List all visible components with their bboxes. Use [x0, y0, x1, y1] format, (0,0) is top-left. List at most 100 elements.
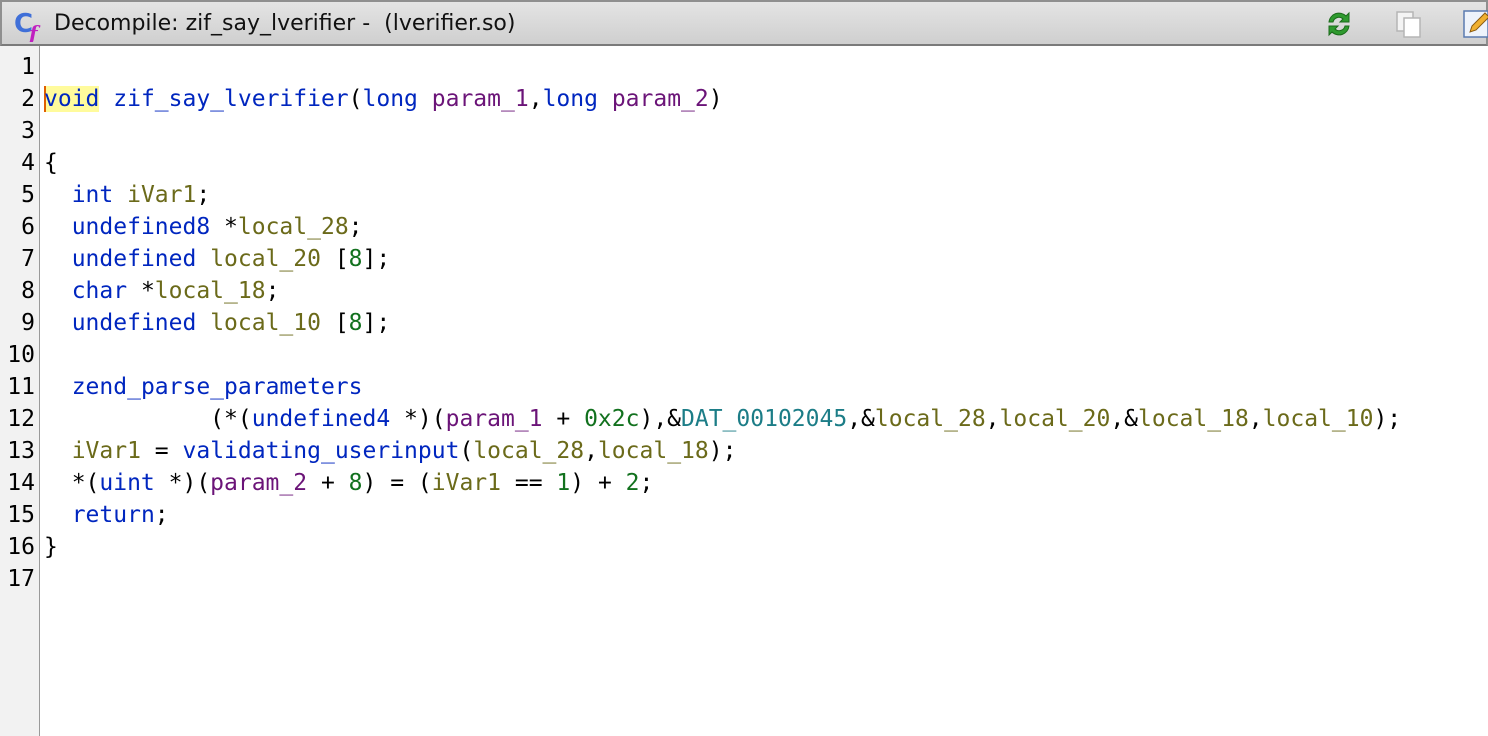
code-token[interactable]: (*(: [44, 406, 252, 432]
code-token[interactable]: );: [1373, 406, 1401, 432]
code-line[interactable]: 9 undefined local_10 [8];: [0, 307, 1488, 339]
code-token[interactable]: +: [307, 470, 349, 496]
code-token[interactable]: zif_say_lverifier: [113, 86, 348, 112]
code-token[interactable]: undefined: [72, 310, 197, 336]
code-line[interactable]: 7 undefined local_20 [8];: [0, 243, 1488, 275]
code-token[interactable]: +: [543, 406, 585, 432]
code-token[interactable]: [44, 310, 72, 336]
code-token[interactable]: local_10: [210, 310, 321, 336]
copy-button[interactable]: [1392, 7, 1426, 41]
code-token[interactable]: undefined: [72, 246, 197, 272]
code-line[interactable]: 13 iVar1 = validating_userinput(local_28…: [0, 435, 1488, 467]
code-line[interactable]: 6 undefined8 *local_28;: [0, 211, 1488, 243]
code-token[interactable]: iVar1: [432, 470, 501, 496]
code-token[interactable]: ];: [363, 246, 391, 272]
code-token[interactable]: iVar1: [127, 182, 196, 208]
code-token[interactable]: *)(: [390, 406, 446, 432]
code-token[interactable]: *(: [44, 470, 100, 496]
code-line[interactable]: 16}: [0, 531, 1488, 563]
code-token[interactable]: ,: [1249, 406, 1263, 432]
code-line[interactable]: 17: [0, 563, 1488, 595]
code-token[interactable]: [99, 86, 113, 112]
code-token[interactable]: 0x2c: [584, 406, 639, 432]
code-token[interactable]: uint: [99, 470, 154, 496]
code-token[interactable]: *)(: [155, 470, 211, 496]
code-token[interactable]: [44, 246, 72, 272]
code-token[interactable]: ) = (: [363, 470, 432, 496]
code-token[interactable]: *: [210, 214, 238, 240]
code-token[interactable]: param_1: [432, 86, 529, 112]
code-token[interactable]: 8: [349, 246, 363, 272]
code-token[interactable]: local_20: [1000, 406, 1111, 432]
code-token[interactable]: [44, 278, 72, 304]
code-token[interactable]: ;: [640, 470, 654, 496]
code-token[interactable]: [44, 502, 72, 528]
code-token[interactable]: DAT_00102045: [681, 406, 847, 432]
code-token[interactable]: ),&: [639, 406, 681, 432]
code-token[interactable]: [44, 214, 72, 240]
code-line[interactable]: 3: [0, 115, 1488, 147]
code-token[interactable]: ) +: [570, 470, 625, 496]
code-token[interactable]: ==: [501, 470, 556, 496]
code-token[interactable]: zend_parse_parameters: [72, 374, 363, 400]
code-token[interactable]: *: [127, 278, 155, 304]
code-token[interactable]: [598, 86, 612, 112]
code-token[interactable]: ,&: [847, 406, 875, 432]
code-token[interactable]: local_20: [210, 246, 321, 272]
code-token[interactable]: local_28: [473, 438, 584, 464]
refresh-button[interactable]: [1322, 7, 1356, 41]
code-token[interactable]: local_18: [155, 278, 266, 304]
code-token[interactable]: validating_userinput: [183, 438, 460, 464]
code-line[interactable]: 5 int iVar1;: [0, 179, 1488, 211]
code-editor[interactable]: 1 2 void zif_say_lverifier(long param_1,lo…: [0, 46, 1488, 736]
code-token[interactable]: iVar1: [72, 438, 141, 464]
code-token[interactable]: 8: [349, 470, 363, 496]
code-token[interactable]: long: [363, 86, 418, 112]
code-token[interactable]: param_2: [612, 86, 709, 112]
code-token[interactable]: void: [44, 86, 100, 112]
code-token[interactable]: ): [709, 86, 723, 112]
code-line[interactable]: 10: [0, 339, 1488, 371]
code-line[interactable]: 11 zend_parse_parameters: [0, 371, 1488, 403]
code-token[interactable]: param_2: [210, 470, 307, 496]
code-line[interactable]: 14 *(uint *)(param_2 + 8) = (iVar1 == 1)…: [0, 467, 1488, 499]
code-line[interactable]: 15 return;: [0, 499, 1488, 531]
code-token[interactable]: 2: [626, 470, 640, 496]
code-token[interactable]: ,: [584, 438, 598, 464]
code-line[interactable]: 1: [0, 51, 1488, 83]
code-token[interactable]: local_28: [238, 214, 349, 240]
code-token[interactable]: [: [321, 310, 349, 336]
code-token[interactable]: return: [72, 502, 155, 528]
code-token[interactable]: }: [44, 534, 58, 560]
code-token[interactable]: ,: [529, 86, 543, 112]
code-token[interactable]: long: [543, 86, 598, 112]
code-token[interactable]: ,&: [1110, 406, 1138, 432]
code-token[interactable]: );: [709, 438, 737, 464]
code-token[interactable]: ;: [266, 278, 280, 304]
code-token[interactable]: =: [141, 438, 183, 464]
code-token[interactable]: undefined4: [252, 406, 390, 432]
code-token[interactable]: [113, 182, 127, 208]
code-line[interactable]: 12 (*(undefined4 *)(param_1 + 0x2c),&DAT…: [0, 403, 1488, 435]
code-token[interactable]: char: [72, 278, 127, 304]
code-token[interactable]: [196, 246, 210, 272]
code-token[interactable]: local_18: [598, 438, 709, 464]
code-line[interactable]: 8 char *local_18;: [0, 275, 1488, 307]
code-token[interactable]: int: [72, 182, 114, 208]
code-token[interactable]: (: [459, 438, 473, 464]
code-line[interactable]: 4{: [0, 147, 1488, 179]
code-token[interactable]: [44, 374, 72, 400]
code-token[interactable]: {: [44, 150, 58, 176]
code-token[interactable]: ,: [986, 406, 1000, 432]
code-token[interactable]: (: [349, 86, 363, 112]
code-token[interactable]: 8: [349, 310, 363, 336]
code-token[interactable]: ;: [155, 502, 169, 528]
code-token[interactable]: [44, 182, 72, 208]
code-token[interactable]: [196, 310, 210, 336]
code-token[interactable]: undefined8: [72, 214, 210, 240]
code-token[interactable]: param_1: [446, 406, 543, 432]
code-token[interactable]: ;: [196, 182, 210, 208]
code-token[interactable]: local_10: [1263, 406, 1374, 432]
code-token[interactable]: [44, 438, 72, 464]
code-token[interactable]: local_28: [875, 406, 986, 432]
